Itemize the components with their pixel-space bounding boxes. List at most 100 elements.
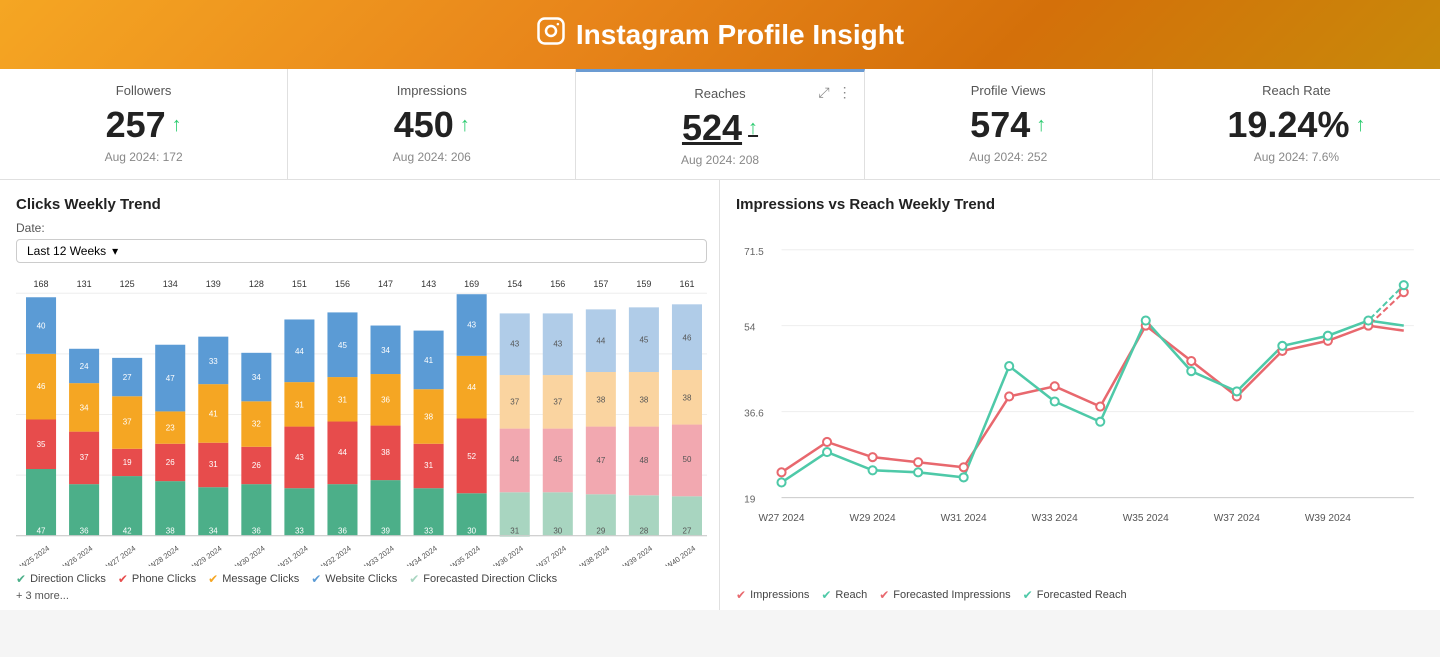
metric-reach-rate-value: 19.24% ↑ (1173, 104, 1420, 146)
svg-text:W35 2024: W35 2024 (1123, 513, 1169, 524)
svg-text:37: 37 (553, 397, 562, 406)
date-select[interactable]: Last 12 Weeks ▾ (16, 239, 707, 263)
bar-w38: 157 29 47 38 44 (586, 279, 616, 536)
left-chart-legend: ✔ Direction Clicks ✔ Phone Clicks ✔ Mess… (16, 566, 707, 586)
svg-text:38: 38 (381, 448, 390, 457)
svg-text:37: 37 (123, 418, 132, 427)
svg-text:36: 36 (252, 527, 261, 536)
expand-button[interactable]: ⤢ (816, 82, 831, 103)
svg-text:47: 47 (596, 456, 605, 465)
svg-text:45: 45 (553, 455, 562, 464)
bar-chart-svg: 168 47 35 46 40 (16, 273, 707, 566)
legend-direction-clicks: ✔ Direction Clicks (16, 572, 106, 586)
svg-text:27: 27 (683, 527, 692, 536)
svg-text:31: 31 (209, 460, 218, 469)
svg-text:36.6: 36.6 (744, 409, 764, 420)
svg-text:139: 139 (206, 279, 221, 289)
more-link[interactable]: + 3 more... (16, 590, 707, 602)
svg-text:W35 2024: W35 2024 (449, 544, 482, 566)
svg-text:34: 34 (209, 527, 218, 536)
svg-text:35: 35 (37, 440, 46, 449)
svg-text:154: 154 (507, 279, 522, 289)
svg-text:50: 50 (683, 455, 692, 464)
svg-text:W25 2024: W25 2024 (18, 544, 51, 566)
svg-text:71.5: 71.5 (744, 247, 764, 258)
svg-text:W39 2024: W39 2024 (621, 544, 654, 566)
svg-text:45: 45 (639, 336, 648, 345)
right-chart-legend: ✔ Impressions ✔ Reach ✔ Forecasted Impre… (736, 582, 1424, 602)
svg-text:W30 2024: W30 2024 (233, 544, 266, 566)
svg-text:W37 2024: W37 2024 (1214, 513, 1260, 524)
metric-followers: Followers 257 ↑ Aug 2024: 172 (0, 69, 288, 179)
svg-text:43: 43 (510, 340, 519, 349)
metric-impressions: Impressions 450 ↑ Aug 2024: 206 (288, 69, 576, 179)
svg-text:W31 2024: W31 2024 (276, 544, 309, 566)
svg-text:44: 44 (510, 455, 519, 464)
metric-followers-value: 257 ↑ (20, 104, 267, 146)
header-title: Instagram Profile Insight (20, 16, 1420, 53)
svg-text:151: 151 (292, 279, 307, 289)
legend-reach: ✔ Reach (821, 588, 867, 602)
metric-reaches-value: 524 ↑ (596, 107, 843, 149)
bar-w28: 134 38 26 23 47 (155, 279, 185, 536)
bar-chart: 168 47 35 46 40 (16, 273, 707, 566)
svg-text:26: 26 (166, 458, 175, 467)
svg-text:W31 2024: W31 2024 (941, 513, 987, 524)
arrow-up-icon: ↑ (460, 114, 470, 137)
svg-text:42: 42 (123, 527, 132, 536)
line-chart: 71.5 54 36.6 19 (736, 221, 1424, 582)
svg-text:W32 2024: W32 2024 (320, 544, 353, 566)
svg-text:37: 37 (80, 453, 89, 462)
svg-text:39: 39 (381, 527, 390, 536)
svg-text:46: 46 (37, 382, 46, 391)
svg-text:37: 37 (510, 397, 519, 406)
svg-text:W38 2024: W38 2024 (578, 544, 611, 566)
svg-text:W37 2024: W37 2024 (535, 544, 568, 566)
svg-text:44: 44 (596, 337, 605, 346)
bar-w37: 156 30 45 37 43 (543, 279, 573, 536)
bar-w36: 154 31 44 37 43 (500, 279, 530, 537)
metric-reaches-sub: Aug 2024: 208 (596, 153, 843, 167)
svg-text:131: 131 (77, 279, 92, 289)
svg-text:34: 34 (381, 346, 390, 355)
svg-text:33: 33 (209, 357, 218, 366)
svg-text:41: 41 (424, 356, 433, 365)
svg-text:43: 43 (553, 340, 562, 349)
bar-w40: 161 27 50 38 46 (672, 279, 702, 536)
header: Instagram Profile Insight (0, 0, 1440, 69)
legend-message-clicks: ✔ Message Clicks (208, 572, 299, 586)
metric-reaches: ⤢ ⋮ Reaches 524 ↑ Aug 2024: 208 (576, 69, 864, 179)
svg-text:134: 134 (163, 279, 178, 289)
svg-text:36: 36 (80, 527, 89, 536)
svg-text:W27 2024: W27 2024 (104, 544, 137, 566)
svg-text:52: 52 (467, 452, 476, 461)
metric-profile-views-sub: Aug 2024: 252 (885, 150, 1132, 164)
metric-reach-rate: Reach Rate 19.24% ↑ Aug 2024: 7.6% (1153, 69, 1440, 179)
svg-text:125: 125 (120, 279, 135, 289)
svg-text:W33 2024: W33 2024 (363, 544, 396, 566)
legend-impressions: ✔ Impressions (736, 588, 809, 602)
svg-text:36: 36 (381, 395, 390, 404)
svg-text:128: 128 (249, 279, 264, 289)
svg-text:47: 47 (166, 374, 175, 383)
svg-text:54: 54 (744, 323, 756, 334)
svg-text:28: 28 (639, 527, 648, 536)
svg-text:26: 26 (252, 461, 261, 470)
line-chart-svg: 71.5 54 36.6 19 (736, 221, 1424, 582)
svg-text:147: 147 (378, 279, 393, 289)
bar-w33: 147 39 38 36 34 (371, 279, 401, 536)
svg-text:33: 33 (424, 527, 433, 536)
svg-text:43: 43 (295, 453, 304, 462)
svg-text:161: 161 (679, 279, 694, 289)
bar-w35: 169 30 52 44 43 (457, 279, 487, 536)
svg-text:43: 43 (467, 321, 476, 330)
legend-website-clicks: ✔ Website Clicks (311, 572, 397, 586)
bar-w26: 131 36 37 34 24 (69, 279, 99, 536)
right-chart-title: Impressions vs Reach Weekly Trend (736, 196, 1424, 213)
svg-text:36: 36 (338, 527, 347, 536)
svg-text:30: 30 (553, 527, 562, 536)
svg-text:W40 2024: W40 2024 (664, 544, 697, 566)
svg-text:24: 24 (80, 362, 89, 371)
more-options-button[interactable]: ⋮ (836, 82, 854, 103)
svg-text:38: 38 (596, 395, 605, 404)
